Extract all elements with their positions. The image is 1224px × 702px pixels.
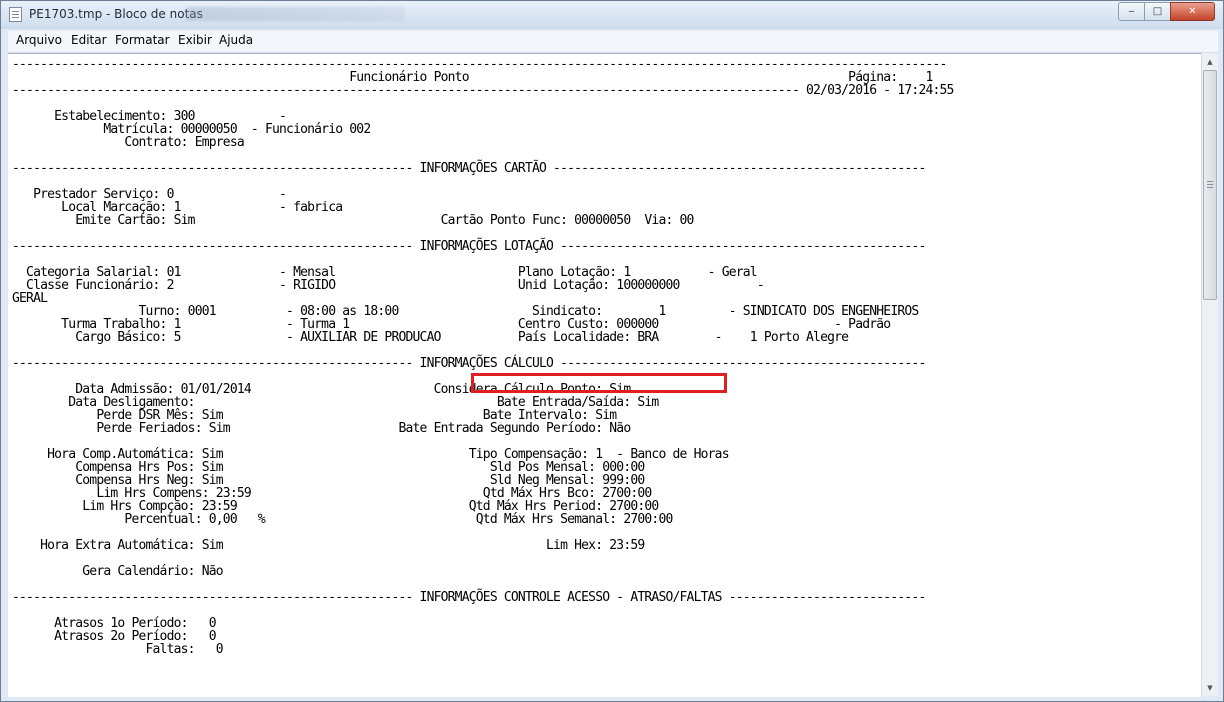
maximize-button[interactable]: □	[1144, 2, 1171, 21]
menu-exibir[interactable]: Exibir	[178, 33, 212, 47]
menu-editar[interactable]: Editar	[71, 33, 107, 47]
scroll-thumb[interactable]	[1203, 70, 1217, 300]
notepad-icon	[9, 7, 22, 22]
grip-icon	[1207, 181, 1213, 182]
vertical-scrollbar[interactable]: ▲ ▼	[1201, 53, 1218, 696]
document-line: Emite Cartão: Sim Cartão Ponto Func: 000…	[12, 213, 694, 228]
window-title: PE1703.tmp - Bloco de notas	[29, 7, 203, 21]
document-line: Hora Extra Automática: Sim Lim Hex: 23:5…	[12, 538, 645, 553]
menu-ajuda[interactable]: Ajuda	[219, 33, 253, 47]
notepad-window: PE1703.tmp - Bloco de notas ‒ □ ✕ Arquiv…	[0, 0, 1224, 702]
blurred-title-background	[185, 7, 405, 21]
document-line: Cargo Básico: 5 - AUXILIAR DE PRODUCAO P…	[12, 330, 849, 345]
minimize-button[interactable]: ‒	[1118, 2, 1145, 21]
document-line: Contrato: Empresa	[12, 135, 244, 150]
highlight-box	[471, 373, 727, 393]
menu-bar: Arquivo Editar Formatar Exibir Ajuda	[8, 31, 1218, 53]
document-line: ----------------------------------------…	[12, 83, 954, 98]
scroll-up-icon[interactable]: ▲	[1202, 53, 1218, 70]
menu-arquivo[interactable]: Arquivo	[16, 33, 62, 47]
menu-formatar[interactable]: Formatar	[115, 33, 170, 47]
document-line: ----------------------------------------…	[12, 356, 926, 371]
close-button[interactable]: ✕	[1170, 2, 1215, 21]
document-line: Perde Feriados: Sim Bate Entrada Segundo…	[12, 421, 631, 436]
document-text: ----------------------------------------…	[12, 58, 954, 656]
title-bar[interactable]: PE1703.tmp - Bloco de notas ‒ □ ✕	[1, 1, 1223, 29]
document-line: Gera Calendário: Não	[12, 564, 223, 579]
document-line: Classe Funcionário: 2 - RIGIDO Unid Lota…	[12, 278, 765, 293]
document-line: Faltas: 0	[12, 642, 224, 657]
scroll-down-icon[interactable]: ▼	[1202, 679, 1218, 696]
document-line: ----------------------------------------…	[12, 161, 926, 176]
document-line: ----------------------------------------…	[12, 239, 926, 254]
document-line: Percentual: 0,00 % Qtd Máx Hrs Semanal: …	[12, 512, 673, 527]
document-line: ----------------------------------------…	[12, 590, 926, 605]
